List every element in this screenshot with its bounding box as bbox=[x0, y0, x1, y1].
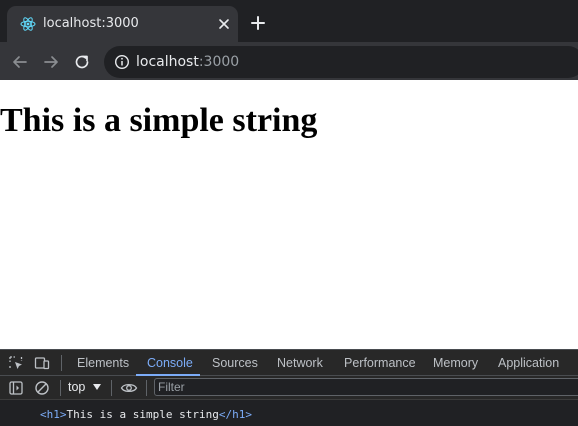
back-arrow-icon[interactable] bbox=[11, 53, 29, 71]
console-close-tag: </h1> bbox=[218, 408, 252, 421]
tab-performance[interactable]: Performance bbox=[344, 356, 416, 370]
eye-icon[interactable] bbox=[120, 380, 138, 396]
toolbar-divider bbox=[61, 355, 62, 371]
console-open-tag: <h1> bbox=[40, 408, 67, 421]
devtools-tabbar: Elements Console Sources Network Perform… bbox=[0, 349, 578, 376]
sidebar-toggle-icon[interactable] bbox=[8, 380, 24, 396]
reload-icon[interactable] bbox=[73, 53, 91, 71]
tab-memory[interactable]: Memory bbox=[433, 356, 478, 370]
page-viewport: This is a simple string bbox=[0, 81, 578, 349]
tab-sources[interactable]: Sources bbox=[212, 356, 258, 370]
tab-network[interactable]: Network bbox=[277, 356, 323, 370]
console-toolbar: top bbox=[0, 376, 578, 400]
context-selector[interactable]: top bbox=[68, 380, 85, 394]
tab-console[interactable]: Console bbox=[147, 356, 193, 370]
console-log-entry[interactable]: <h1>This is a simple string</h1> bbox=[40, 408, 252, 421]
toolbar-divider bbox=[60, 380, 61, 396]
devtools-panel: Elements Console Sources Network Perform… bbox=[0, 349, 578, 426]
page-heading: This is a simple string bbox=[0, 102, 318, 139]
url-port: :3000 bbox=[198, 54, 240, 70]
address-bar[interactable]: localhost:3000 bbox=[104, 46, 578, 78]
browser-tab[interactable]: localhost:3000 bbox=[7, 6, 238, 42]
browser-tabstrip: localhost:3000 bbox=[0, 0, 578, 42]
toolbar-divider bbox=[146, 380, 147, 396]
url-text: localhost:3000 bbox=[136, 54, 239, 70]
tab-application[interactable]: Application bbox=[498, 356, 559, 370]
device-toolbar-icon[interactable] bbox=[34, 355, 50, 371]
clear-console-icon[interactable] bbox=[34, 380, 50, 396]
tab-elements[interactable]: Elements bbox=[77, 356, 129, 370]
react-logo-icon bbox=[20, 17, 36, 31]
chevron-down-icon[interactable] bbox=[93, 384, 101, 390]
url-host: localhost bbox=[136, 54, 199, 70]
browser-toolbar: localhost:3000 bbox=[0, 42, 578, 80]
tab-title: localhost:3000 bbox=[43, 16, 139, 31]
filter-box[interactable] bbox=[154, 378, 578, 396]
filter-input[interactable] bbox=[158, 379, 578, 395]
inspect-element-icon[interactable] bbox=[8, 355, 24, 371]
new-tab-icon[interactable] bbox=[250, 15, 266, 31]
info-icon[interactable] bbox=[114, 54, 130, 70]
close-tab-icon[interactable] bbox=[217, 17, 231, 31]
toolbar-divider bbox=[111, 380, 112, 396]
console-text: This is a simple string bbox=[66, 408, 219, 421]
forward-arrow-icon[interactable] bbox=[42, 53, 60, 71]
